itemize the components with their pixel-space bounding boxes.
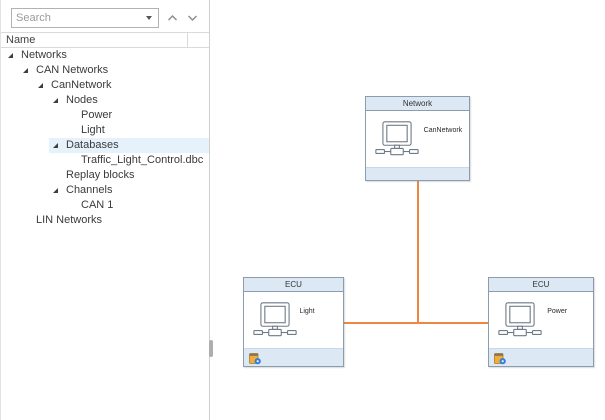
tree-item-label: CanNetwork: [51, 79, 112, 91]
ecu-power-box-footer: [489, 348, 593, 366]
tree: Networks CAN Networks CanNetwork Nodes Power…: [1, 48, 209, 420]
search-row: [1, 0, 209, 32]
network-box-header: Network: [366, 97, 469, 111]
tree-item-label: Traffic_Light_Control.dbc: [81, 154, 203, 166]
network-box-label: CanNetwork: [424, 127, 463, 134]
tree-item-label: Databases: [66, 139, 119, 151]
tree-item[interactable]: LIN Networks: [1, 213, 209, 228]
ecu-light-box-body: Light: [244, 292, 343, 348]
application-window: Name Networks CAN Networks CanNetwork Nodes…: [0, 0, 605, 420]
ecu-power-node-box[interactable]: ECU Power: [488, 277, 594, 367]
tree-expander-icon[interactable]: [53, 98, 58, 103]
network-explorer-panel: Name Networks CAN Networks CanNetwork Nodes…: [0, 0, 210, 420]
tree-item[interactable]: Databases: [1, 138, 209, 153]
ecu-light-box-label: Light: [299, 308, 314, 315]
ecu-power-box-header: ECU: [489, 278, 593, 292]
network-box-title: Network: [403, 99, 432, 108]
ecu-light-box-header: ECU: [244, 278, 343, 292]
dropdown-arrow-icon[interactable]: [146, 16, 152, 20]
tree-item-label: Light: [81, 124, 105, 136]
topology-diagram-canvas[interactable]: Network CanNetwork ECU: [211, 0, 605, 420]
chevron-down-icon: [187, 14, 198, 22]
tree-item[interactable]: Traffic_Light_Control.dbc: [1, 153, 209, 168]
network-computer-icon: [375, 121, 419, 157]
column-separator[interactable]: [187, 33, 188, 47]
tree-item[interactable]: Replay blocks: [1, 168, 209, 183]
ecu-computer-icon: [498, 302, 542, 338]
tree-item-label: Channels: [66, 184, 112, 196]
tree-item[interactable]: Networks: [1, 48, 209, 63]
network-box-footer: [366, 167, 469, 180]
tree-item[interactable]: CAN 1: [1, 198, 209, 213]
chevron-up-icon: [167, 14, 178, 22]
tree-item-label: Power: [81, 109, 112, 121]
tree-item[interactable]: CAN Networks: [1, 63, 209, 78]
ecu-light-box-title: ECU: [285, 280, 302, 289]
ecu-power-box-label: Power: [547, 308, 567, 315]
tree-item[interactable]: CanNetwork: [1, 78, 209, 93]
tree-item[interactable]: Light: [1, 123, 209, 138]
search-combobox[interactable]: [11, 8, 159, 28]
search-previous-button[interactable]: [164, 10, 180, 26]
tree-item[interactable]: Nodes: [1, 93, 209, 108]
ecu-power-box-body: Power: [489, 292, 593, 348]
network-box-body: CanNetwork: [366, 111, 469, 167]
search-input[interactable]: [12, 12, 146, 24]
tree-expander-icon[interactable]: [8, 53, 13, 58]
ecu-power-box-title: ECU: [533, 280, 550, 289]
ecu-light-box-footer: [244, 348, 343, 366]
ecu-light-node-box[interactable]: ECU Light: [243, 277, 344, 367]
database-config-icon[interactable]: [248, 351, 262, 365]
tree-item[interactable]: Power: [1, 108, 209, 123]
network-bus-line-vertical: [417, 181, 419, 323]
network-node-box[interactable]: Network CanNetwork: [365, 96, 470, 181]
tree-expander-icon[interactable]: [53, 143, 58, 148]
tree-expander-icon[interactable]: [53, 188, 58, 193]
name-column-label: Name: [6, 33, 35, 48]
tree-item-label: Networks: [21, 49, 67, 61]
tree-column-header[interactable]: Name: [1, 32, 209, 48]
tree-item-label: LIN Networks: [36, 214, 102, 226]
tree-item-label: CAN Networks: [36, 64, 108, 76]
search-next-button[interactable]: [184, 10, 200, 26]
ecu-bus-line-horizontal: [344, 322, 488, 324]
tree-expander-icon[interactable]: [23, 68, 28, 73]
tree-item[interactable]: Channels: [1, 183, 209, 198]
tree-item-label: CAN 1: [81, 199, 113, 211]
database-config-icon[interactable]: [493, 351, 507, 365]
ecu-computer-icon: [253, 302, 297, 338]
tree-item-label: Replay blocks: [66, 169, 134, 181]
tree-expander-icon[interactable]: [38, 83, 43, 88]
tree-item-label: Nodes: [66, 94, 98, 106]
